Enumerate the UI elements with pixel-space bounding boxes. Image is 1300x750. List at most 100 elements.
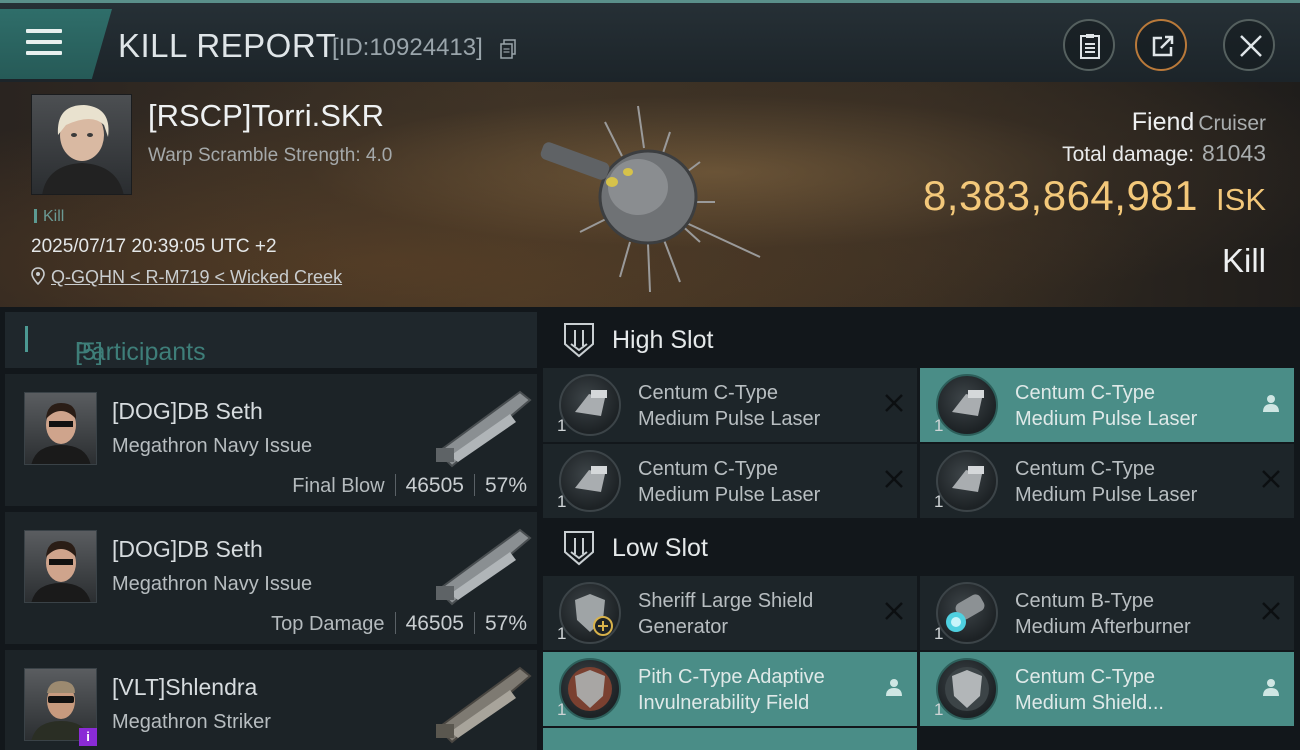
destroyed-x-icon — [885, 394, 903, 412]
module-quantity: 1 — [557, 416, 567, 435]
participant-avatar[interactable] — [24, 530, 97, 603]
low-slot-icon — [564, 531, 594, 566]
pulse-laser-icon — [559, 374, 621, 436]
participant-stats: Final Blow 46505 57% — [292, 474, 527, 498]
module-name: Centum C-Type Medium Pulse Laser — [1015, 458, 1198, 506]
dropped-person-icon — [886, 679, 902, 696]
module-item[interactable]: 1 Centum C-Type Medium Pulse Laser — [920, 368, 1294, 442]
low-slot-label: Low Slot — [612, 534, 708, 562]
participant-name: [VLT]Shlendra — [112, 674, 258, 700]
participant-card[interactable]: i [VLT]Shlendra Megathron Striker — [5, 650, 537, 750]
invulnerability-field-icon — [559, 658, 621, 720]
module-name: Centum B-Type Medium Afterburner — [1015, 590, 1191, 638]
ship-class: Cruiser — [1198, 112, 1266, 135]
menu-button[interactable] — [0, 9, 112, 79]
participant-name: [DOG]DB Seth — [112, 536, 263, 562]
low-slot-header: Low Slot — [543, 520, 1300, 576]
afterburner-icon — [936, 582, 998, 644]
participants-panel: Participants [5] [DOG]DB Seth Megathron … — [5, 312, 537, 750]
module-quantity: 1 — [934, 700, 944, 719]
isk-unit: ISK — [1216, 182, 1266, 217]
module-quantity: 1 — [934, 624, 944, 643]
report-button[interactable] — [1063, 19, 1115, 71]
module-item[interactable]: 1 Pith C-Type Adaptive Invulnerability Fi… — [543, 652, 917, 726]
module-item[interactable]: 1 Centum C-Type Medium Pulse Laser — [543, 368, 917, 442]
module-name: Centum C-Type Medium Pulse Laser — [638, 382, 821, 430]
module-quantity: 1 — [934, 492, 944, 511]
kill-datetime: 2025/07/17 20:39:05 UTC +2 — [31, 236, 277, 257]
participant-role: Final Blow — [292, 475, 385, 497]
participant-ship-image — [436, 666, 532, 744]
shield-module-icon — [936, 658, 998, 720]
module-item[interactable] — [543, 728, 917, 750]
module-name: Pith C-Type Adaptive Invulnerability Fiel… — [638, 666, 825, 714]
participant-avatar[interactable] — [24, 392, 97, 465]
module-item[interactable]: 1 Centum B-Type Medium Afterburner — [920, 576, 1294, 650]
module-name: Centum C-Type Medium Pulse Laser — [1015, 382, 1198, 430]
total-damage-label: Total damage: — [1062, 143, 1195, 166]
high-slot-icon — [564, 323, 594, 358]
total-damage-value: 81043 — [1202, 140, 1266, 166]
warp-scramble-strength: Warp Scramble Strength: 4.0 — [148, 145, 393, 166]
participant-name: [DOG]DB Seth — [112, 398, 263, 424]
participant-ship-image — [436, 528, 532, 606]
module-item[interactable]: 1 Centum C-Type Medium Pulse Laser — [920, 444, 1294, 518]
isk-amount: 8,383,864,981 — [922, 172, 1199, 219]
module-item[interactable]: 1 Sheriff Large Shield Generator — [543, 576, 917, 650]
high-slot-header: High Slot — [543, 312, 1300, 368]
participant-damage: 46505 — [405, 612, 464, 635]
participant-ship: Megathron Navy Issue — [112, 435, 313, 457]
report-id: [ID:10924413] — [332, 34, 483, 61]
share-button[interactable] — [1135, 19, 1187, 71]
module-item[interactable]: 1 Centum C-Type Medium Shield... — [920, 652, 1294, 726]
participant-ship: Megathron Striker — [112, 711, 271, 733]
kill-result: Kill — [1221, 242, 1266, 279]
participant-role: Top Damage — [271, 613, 385, 635]
victim-ship[interactable]: Fiend Cruiser — [1132, 108, 1266, 137]
total-damage: Total damage: 81043 — [1062, 140, 1266, 167]
isk-value: 8,383,864,981 ISK — [923, 172, 1266, 220]
destroyed-x-icon — [1262, 602, 1280, 620]
hamburger-menu-icon — [26, 29, 62, 59]
destroyed-x-icon — [885, 470, 903, 488]
victim-portrait[interactable] — [31, 94, 132, 195]
module-quantity: 1 — [557, 492, 567, 511]
kill-location[interactable]: Q-GQHN < R-M719 < Wicked Creek — [31, 267, 342, 288]
ship-image — [540, 105, 761, 293]
fitting-panel: High Slot 1 Centum C-Type Medium Pulse La… — [543, 312, 1300, 750]
participants-count: [5] — [75, 338, 103, 366]
participant-percent: 57% — [484, 474, 527, 497]
shield-generator-icon — [559, 582, 621, 644]
participants-header: Participants [5] — [5, 312, 537, 368]
participant-ship-image — [436, 390, 532, 468]
location-pin-icon — [31, 267, 45, 286]
participant-ship: Megathron Navy Issue — [112, 573, 313, 595]
victim-summary: [RSCP]Torri.SKR Warp Scramble Strength: … — [0, 82, 1300, 307]
module-item[interactable]: 1 Centum C-Type Medium Pulse Laser — [543, 444, 917, 518]
ship-name: Fiend — [1131, 108, 1195, 136]
dropped-person-icon — [1263, 395, 1279, 412]
module-name: Centum C-Type Medium Shield... — [1015, 666, 1164, 714]
top-bar: KILL REPORT [ID:10924413] — [0, 0, 1300, 82]
module-quantity: 1 — [557, 700, 567, 719]
high-slot-label: High Slot — [612, 326, 714, 354]
copy-icon[interactable] — [500, 39, 516, 59]
module-name: Sheriff Large Shield Generator — [638, 590, 814, 638]
kill-tag: Kill — [34, 208, 64, 226]
clipboard-icon — [1080, 34, 1100, 59]
location-link[interactable]: Q-GQHN < R-M719 < Wicked Creek — [51, 267, 342, 287]
participant-card[interactable]: [DOG]DB Seth Megathron Navy Issue Top Da… — [5, 512, 537, 644]
dropped-person-icon — [1263, 679, 1279, 696]
participant-stats: Top Damage 46505 57% — [271, 612, 527, 636]
module-quantity: 1 — [557, 624, 567, 643]
close-button[interactable] — [1223, 19, 1275, 71]
participant-damage: 46505 — [405, 474, 464, 497]
victim-name[interactable]: [RSCP]Torri.SKR — [148, 98, 384, 134]
module-quantity: 1 — [934, 416, 944, 435]
module-name: Centum C-Type Medium Pulse Laser — [638, 458, 821, 506]
close-icon — [1240, 35, 1262, 57]
participant-card[interactable]: [DOG]DB Seth Megathron Navy Issue Final … — [5, 374, 537, 506]
destroyed-x-icon — [1262, 470, 1280, 488]
pulse-laser-icon — [936, 450, 998, 512]
destroyed-x-icon — [885, 602, 903, 620]
